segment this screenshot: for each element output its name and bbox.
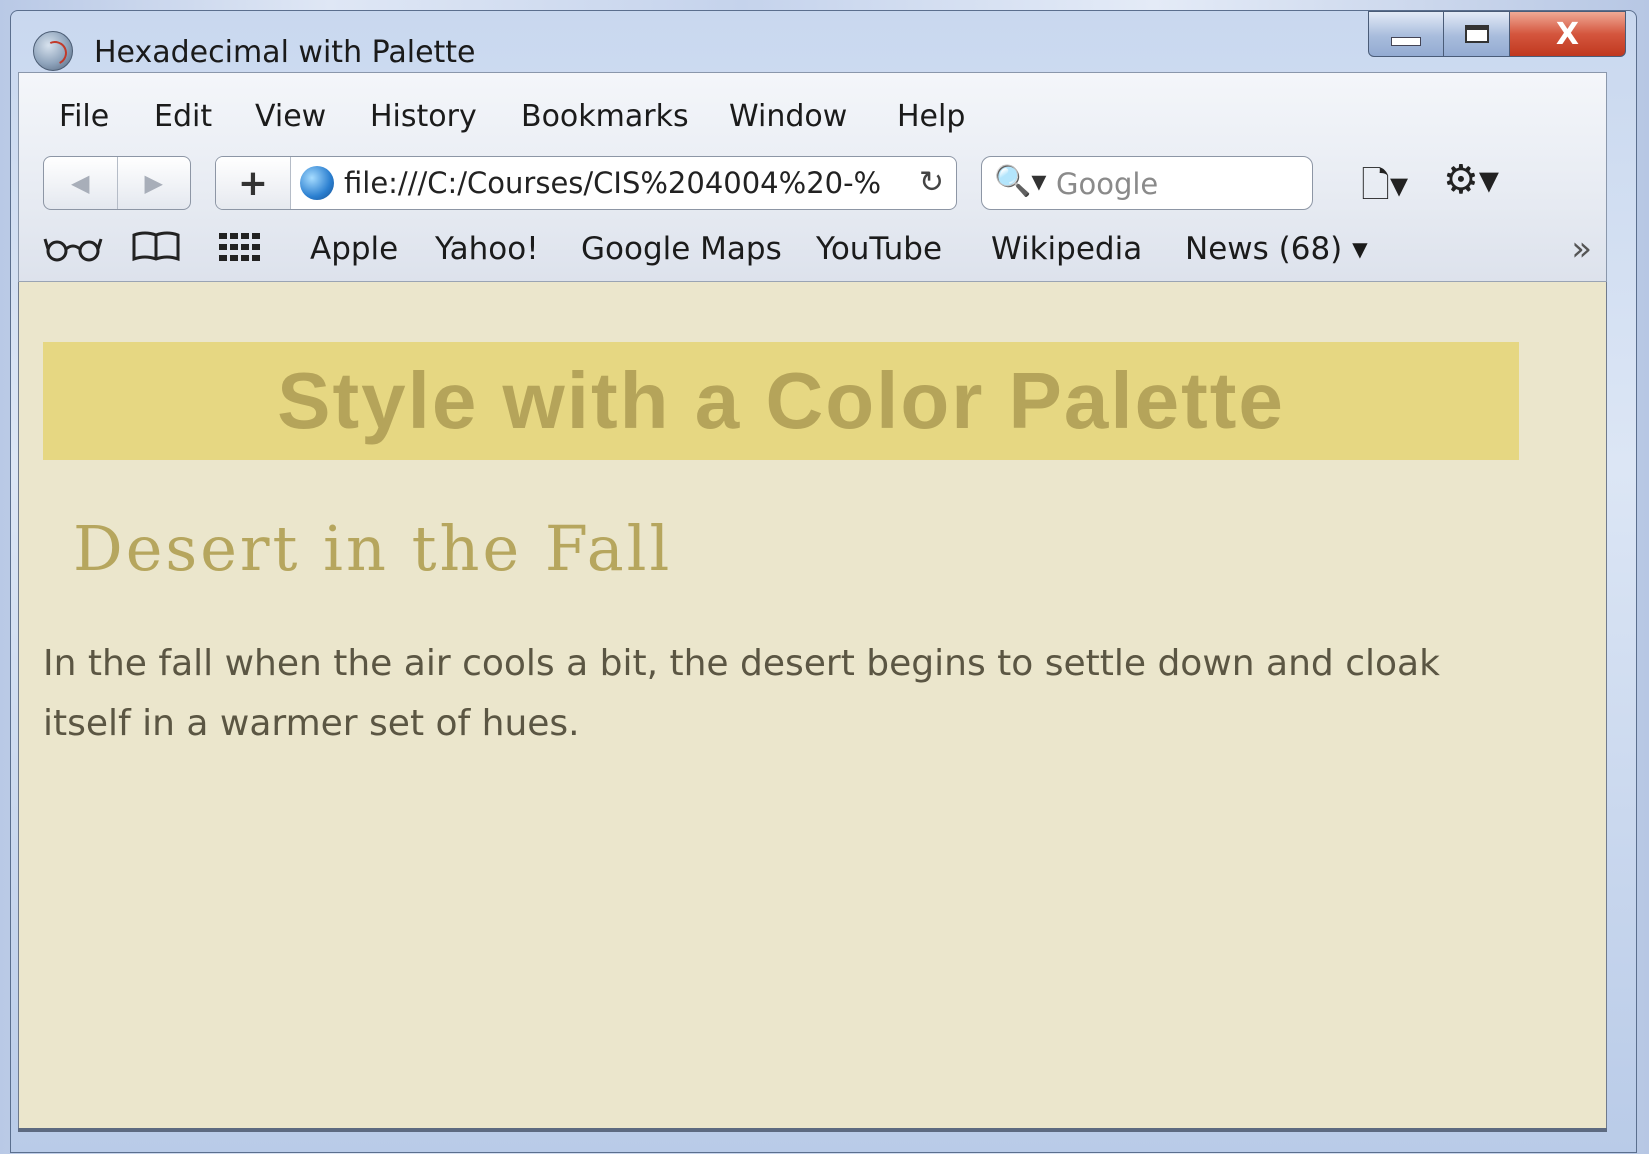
back-button[interactable]: ◀ [44, 157, 117, 209]
minimize-icon [1391, 36, 1421, 46]
address-bar[interactable]: + file:///C:/Courses/CIS%204004%20-% ↻ [215, 156, 957, 210]
menu-file[interactable]: File [59, 99, 109, 134]
bookmark-youtube[interactable]: YouTube [816, 231, 942, 267]
window-title: Hexadecimal with Palette [94, 35, 476, 70]
bookmark-yahoo[interactable]: Yahoo! [435, 231, 539, 267]
back-forward-group: ◀ ▶ [43, 156, 191, 210]
page-menu-icon[interactable]: 🗋▾ [1361, 159, 1408, 220]
url-field[interactable]: file:///C:/Courses/CIS%204004%20-% [344, 166, 904, 200]
reading-glasses-icon[interactable] [43, 231, 103, 271]
menu-edit[interactable]: Edit [154, 99, 212, 134]
window-bottom-border [18, 1128, 1607, 1132]
menu-history[interactable]: History [370, 99, 477, 134]
browser-chrome: File Edit View History Bookmarks Window … [18, 72, 1607, 282]
globe-icon [300, 166, 334, 200]
maximize-icon [1464, 25, 1489, 43]
page-content: Style with a Color Palette Desert in the… [18, 282, 1607, 1130]
forward-arrow-icon: ▶ [144, 169, 163, 197]
reading-glasses-svg [43, 238, 103, 262]
reload-icon[interactable]: ↻ [919, 165, 944, 200]
body-paragraph: In the fall when the air cools a bit, th… [43, 643, 1440, 744]
bookmark-wikipedia[interactable]: Wikipedia [991, 231, 1142, 267]
page-banner: Style with a Color Palette [43, 342, 1519, 460]
close-icon: X [1555, 16, 1580, 52]
maximize-button[interactable] [1444, 11, 1510, 57]
book-svg [132, 231, 180, 262]
menu-window[interactable]: Window [729, 99, 847, 134]
gear-icon[interactable]: ⚙▾ [1443, 157, 1499, 203]
banner-heading: Style with a Color Palette [277, 356, 1285, 445]
bookmarks-bar: Apple Yahoo! Google Maps YouTube Wikiped… [19, 221, 1606, 281]
more-bookmarks-icon[interactable]: » [1571, 229, 1592, 269]
search-icon[interactable]: 🔍▾ [994, 164, 1046, 199]
navigation-toolbar: ◀ ▶ + file:///C:/Courses/CIS%204004%20-%… [19, 151, 1606, 215]
grid-icon[interactable] [217, 231, 261, 271]
menu-help[interactable]: Help [897, 99, 965, 134]
minimize-button[interactable] [1368, 11, 1444, 57]
book-icon[interactable] [131, 231, 181, 271]
bookmark-news-folder[interactable]: News (68) ▾ [1185, 231, 1368, 267]
plus-icon: + [237, 162, 269, 204]
add-bookmark-button[interactable]: + [216, 157, 291, 209]
window-controls: X [1368, 11, 1626, 57]
grid-svg [219, 233, 260, 261]
search-placeholder: Google [1056, 167, 1159, 201]
forward-button[interactable]: ▶ [116, 157, 191, 209]
menu-bookmarks[interactable]: Bookmarks [521, 99, 689, 134]
close-button[interactable]: X [1510, 11, 1626, 57]
menu-view[interactable]: View [255, 99, 326, 134]
menu-bar: File Edit View History Bookmarks Window … [19, 73, 1606, 145]
section-heading: Desert in the Fall [73, 512, 673, 585]
back-arrow-icon: ◀ [71, 169, 90, 197]
safari-app-icon [33, 31, 73, 71]
bookmark-apple[interactable]: Apple [310, 231, 398, 267]
search-field[interactable]: 🔍▾ Google [981, 156, 1313, 210]
bookmark-google-maps[interactable]: Google Maps [581, 231, 782, 267]
